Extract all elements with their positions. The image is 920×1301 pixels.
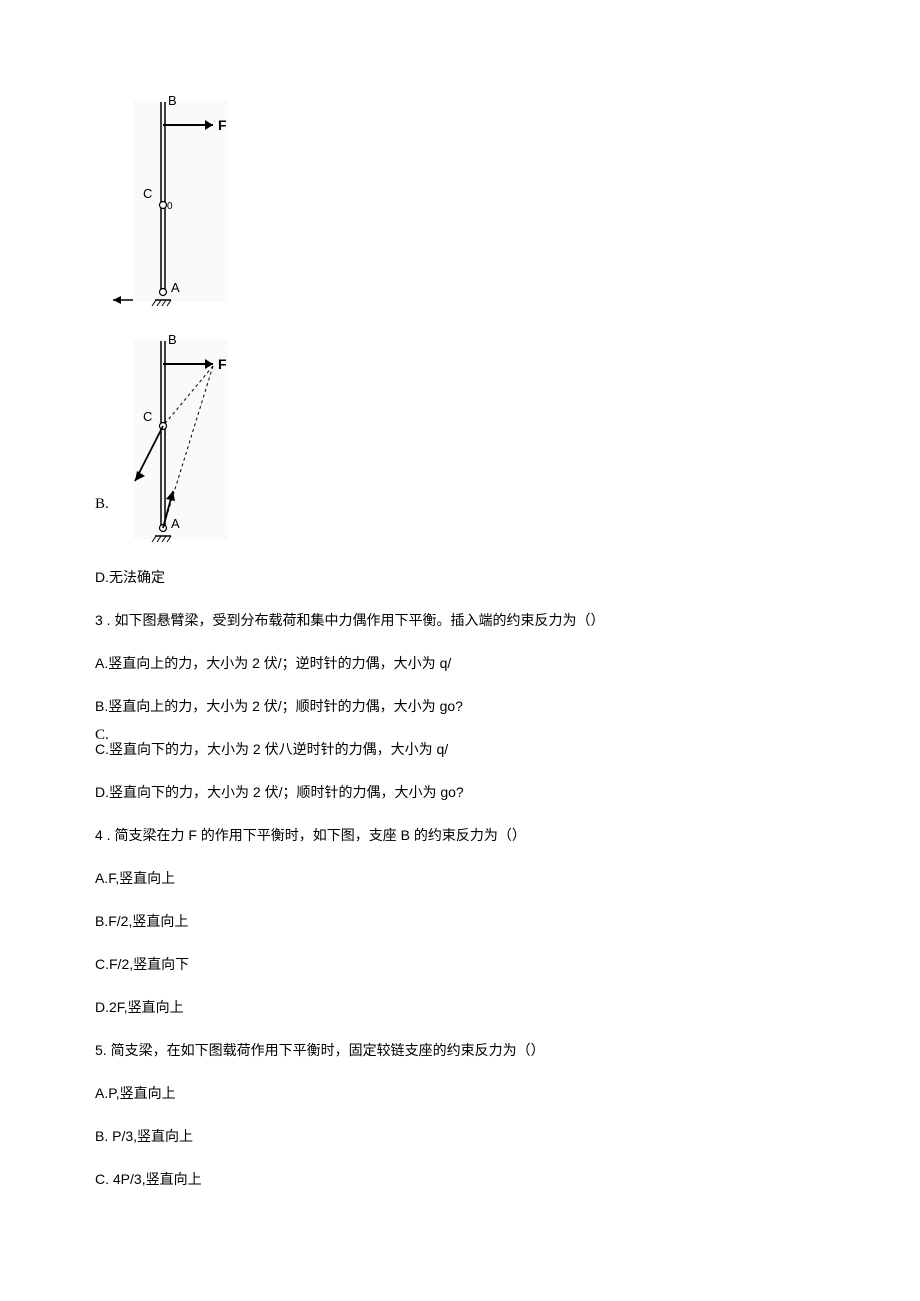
q2-option-d: D.无法确定 — [95, 567, 825, 588]
q5-option-b: B. P/3,竖直向上 — [95, 1126, 825, 1147]
label-point-c-c: C — [143, 409, 152, 424]
label-point-b: B — [168, 93, 177, 108]
label-point-a: A — [171, 280, 180, 295]
figure-b-diagram: F B C 0 A — [113, 90, 253, 313]
document-page: B. F B C 0 — [0, 0, 920, 1272]
figure-label-c: C. — [95, 727, 109, 744]
figure-c-diagram: F B C A — [113, 331, 253, 549]
q4-stem: 4 . 简支梁在力 F 的作用下平衡时，如下图，支座 B 的约束反力为（） — [95, 825, 825, 846]
q3-option-d: D.竖直向下的力，大小为 2 伏/；顺时针的力偶，大小为 go? — [95, 782, 825, 803]
q5-stem: 5. 简支梁，在如下图载荷作用下平衡时，固定较链支座的约束反力为（） — [95, 1040, 825, 1061]
q4-option-d: D.2F,竖直向上 — [95, 997, 825, 1018]
label-f-c: F — [218, 356, 227, 372]
q3-option-a: A.竖直向上的力，大小为 2 伏/；逆时针的力偶，大小为 q/ — [95, 653, 825, 674]
q4-option-b: B.F/2,竖直向上 — [95, 911, 825, 932]
svg-text:0: 0 — [167, 201, 173, 212]
q3-stem: 3 . 如下图悬臂梁，受到分布载荷和集中力偶作用下平衡。插入端的约束反力为（） — [95, 610, 825, 631]
figure-option-b: B. F B C 0 — [95, 90, 825, 313]
label-f: F — [218, 117, 227, 133]
q4-option-a: A.F,竖直向上 — [95, 868, 825, 889]
figure-option-c: C. F B C — [95, 331, 825, 549]
q5-option-c: C. 4P/3,竖直向上 — [95, 1169, 825, 1190]
q4-option-c: C.F/2,竖直向下 — [95, 954, 825, 975]
q5-option-a: A.P,竖直向上 — [95, 1083, 825, 1104]
q3-option-c: C.竖直向下的力，大小为 2 伏八逆时针的力偶，大小为 q/ — [95, 739, 825, 760]
label-point-a-c: A — [171, 516, 180, 531]
q3-option-b: B.竖直向上的力，大小为 2 伏/；顺时针的力偶，大小为 go? — [95, 696, 825, 717]
label-point-b-c: B — [168, 332, 177, 347]
label-point-c: C — [143, 186, 152, 201]
